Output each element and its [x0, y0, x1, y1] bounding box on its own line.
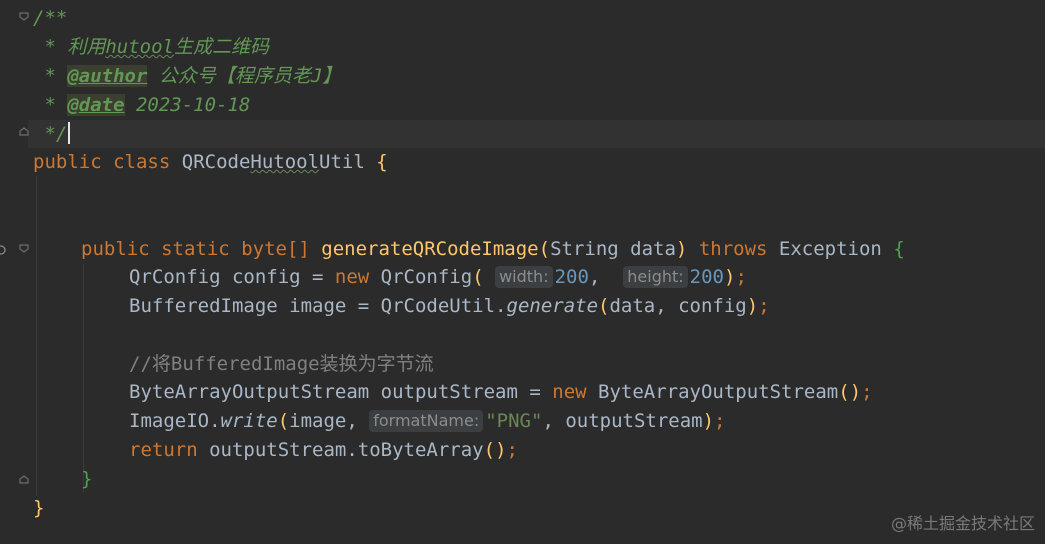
watermark: @稀土掘金技术社区	[890, 514, 1035, 533]
code-line-17[interactable]: }	[81, 465, 92, 493]
fold-icon[interactable]	[18, 242, 30, 254]
number-literal: 200	[689, 266, 724, 288]
doc-comment-close: */	[33, 123, 68, 145]
class-name: QRCode	[181, 151, 251, 173]
keyword: public	[81, 238, 150, 260]
keyword: new	[334, 266, 370, 288]
code-line-14[interactable]: ByteArrayOutputStream outputStream = new…	[129, 378, 873, 406]
keyword: class	[113, 151, 171, 173]
keyword: byte[]	[241, 238, 310, 260]
doc-date-text: 2023-10-18	[124, 94, 251, 116]
method-params: String data	[550, 238, 676, 260]
code-line-11[interactable]: BufferedImage image = QrCodeUtil.generat…	[129, 292, 770, 320]
code-line-6[interactable]: public class QRCodeHutoolUtil {	[33, 148, 388, 176]
doc-comment-open: /**	[33, 7, 68, 29]
keyword: return	[129, 439, 198, 461]
brace: {	[376, 151, 388, 173]
doc-text: 生成二维码	[173, 36, 269, 58]
code-line-1[interactable]: /**	[33, 4, 67, 32]
current-line-highlight	[28, 120, 1045, 148]
code-line-9[interactable]: public static byte[] generateQRCodeImage…	[81, 235, 905, 263]
indent-guide	[83, 264, 84, 492]
line-comment: //将BufferedImage装换为字节流	[129, 353, 434, 375]
code-line-13[interactable]: //将BufferedImage装换为字节流	[129, 350, 434, 378]
doc-author-tag: @author	[67, 65, 148, 87]
doc-text: 利用	[67, 36, 106, 58]
code-line-16[interactable]: return outputStream.toByteArray();	[129, 436, 518, 464]
code-line-5[interactable]: */	[33, 120, 71, 148]
doc-prefix: *	[33, 36, 68, 58]
editor-gutter[interactable]	[0, 0, 28, 544]
code-line-4[interactable]: * @date 2023-10-18	[33, 91, 250, 119]
class-name: Util	[319, 151, 365, 173]
class-name: Hutool	[250, 151, 320, 173]
brace: }	[81, 468, 93, 490]
string-literal: "PNG"	[485, 410, 543, 432]
keyword: new	[552, 381, 587, 403]
keyword: public	[33, 151, 102, 173]
keyword: static	[161, 238, 230, 260]
code-line-2[interactable]: * 利用hutool生成二维码	[33, 33, 269, 61]
fold-icon[interactable]	[18, 474, 30, 486]
param-hint: width:	[495, 266, 553, 288]
doc-text-hutool: hutool	[105, 36, 174, 58]
brace: }	[33, 497, 45, 519]
param-hint: height:	[623, 266, 688, 288]
method-name: generateQRCodeImage	[321, 238, 539, 260]
code-line-15[interactable]: ImageIO.write(image, formatName: "PNG", o…	[129, 407, 726, 435]
exception-type: Exception	[778, 238, 882, 260]
fold-icon[interactable]	[18, 126, 30, 138]
fold-icon[interactable]	[18, 10, 30, 22]
text-caret	[68, 122, 71, 144]
doc-author-text: 公众号【程序员老J】	[147, 65, 342, 87]
param-hint: formatName:	[369, 410, 484, 432]
method-call: write	[220, 410, 278, 432]
doc-date-tag: @date	[67, 94, 125, 116]
code-line-10[interactable]: QrConfig config = new QrConfig( width: 20…	[129, 263, 747, 291]
keyword: throws	[698, 238, 768, 260]
override-icon[interactable]	[0, 241, 8, 260]
indent-guide	[36, 176, 37, 496]
brace: {	[893, 238, 905, 260]
number-literal: 200	[554, 266, 589, 288]
code-line-18[interactable]: }	[33, 494, 44, 522]
method-call: generate	[506, 295, 599, 317]
code-line-3[interactable]: * @author 公众号【程序员老J】	[33, 62, 341, 90]
